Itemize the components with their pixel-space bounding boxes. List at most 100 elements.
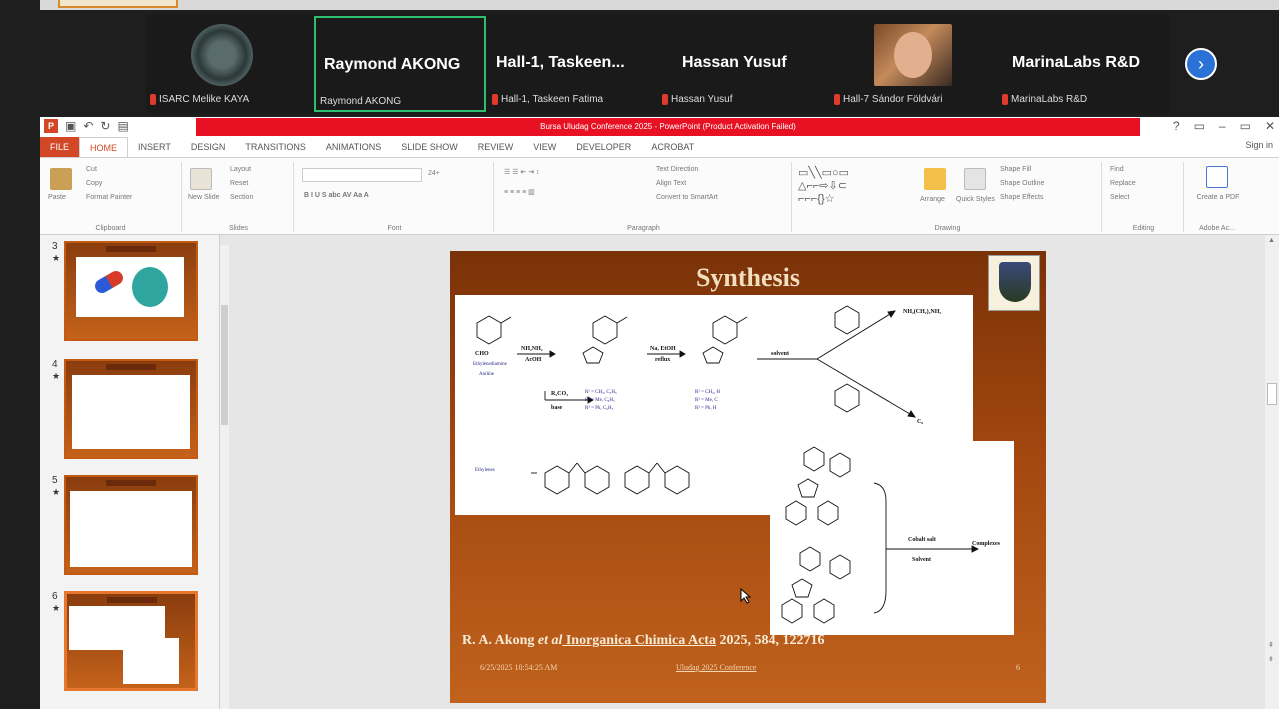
scheme-cobalt: Cobalt salt [908,537,936,543]
top-window-edge [40,0,1279,10]
close-button[interactable]: ✕ [1265,119,1275,133]
create-pdf-icon[interactable] [1206,166,1228,188]
scheme-step2: Na, EtOH [650,346,676,352]
slide-thumbnail-5[interactable] [64,475,198,575]
font-format-icons[interactable]: B I U S abc AV Aa A [304,192,369,199]
paste-icon[interactable] [50,168,72,190]
sign-in-link[interactable]: Sign in [1245,140,1273,150]
participant-tile-raymond[interactable]: Raymond AKONG Raymond AKONG [314,16,486,112]
ribbon-display-button[interactable]: ▭ [1194,119,1205,133]
tab-file[interactable]: FILE [40,137,80,157]
scheme-r-list1: R¹ = CH₃, C₂H₅ [585,389,617,395]
create-pdf-button[interactable]: Create a PDF [1192,194,1244,201]
font-name-select[interactable] [302,168,422,182]
slide-thumbnail-6[interactable] [64,591,198,691]
shape-fill-button[interactable]: Shape Fill [1000,166,1031,173]
section-button[interactable]: Section [230,194,253,201]
layout-button[interactable]: Layout [230,166,251,173]
thumbnail-scrollbar[interactable] [220,245,229,709]
footer-date[interactable]: 6/25/2025 10:54:25 AM [480,663,557,672]
participant-name: Hassan Yusuf [682,54,787,71]
shield-icon [999,262,1031,302]
paste-button[interactable]: Paste [48,194,66,201]
help-button[interactable]: ? [1173,119,1180,133]
shape-effects-button[interactable]: Shape Effects [1000,194,1043,201]
copy-button[interactable]: Copy [86,180,102,187]
scheme-r-list3: R³ = Ph, C₆H₅ [585,405,614,411]
replace-button[interactable]: Replace [1110,180,1136,187]
scrollbar-thumb[interactable] [1267,383,1277,405]
slide-thumbnail-3[interactable] [64,241,198,341]
shape-outline-button[interactable]: Shape Outline [1000,180,1044,187]
powerpoint-app-icon[interactable]: P [44,119,58,133]
tab-home[interactable]: HOME [79,137,129,157]
scrollbar-thumb[interactable] [221,305,228,425]
undo-icon[interactable]: ↶ [83,119,93,133]
new-slide-button[interactable]: New Slide [188,194,220,201]
arrange-icon[interactable] [924,168,946,190]
mic-muted-icon [150,94,156,105]
next-participants-button[interactable]: › [1185,48,1217,80]
format-painter-button[interactable]: Format Painter [86,194,132,201]
scroll-up-icon[interactable]: ▲ [1268,237,1275,244]
next-slide-icon[interactable]: ⇟ [1268,655,1274,663]
slide-thumbnail-4[interactable] [64,359,198,459]
arrange-button[interactable]: Arrange [920,196,945,203]
citation-text[interactable]: R. A. Akong et al Inorganica Chimica Act… [462,633,824,649]
tab-insert[interactable]: INSERT [128,137,181,157]
scheme-reagent2: base [551,405,563,411]
group-label: Paragraph [627,225,660,232]
group-label: Font [387,225,402,232]
scheme-reagent: R₂CO₃ [551,391,568,397]
cut-button[interactable]: Cut [86,166,97,173]
maximize-button[interactable]: ▭ [1240,119,1251,133]
slide-canvas[interactable]: Synthesis CHO Ethylenediamine Aniline NH… [450,251,1046,703]
ribbon: Paste Cut Copy Format Painter Clipboard … [40,157,1279,235]
slide-scrollbar[interactable]: ▲ ⇞ ⇟ [1265,235,1279,709]
quick-styles-icon[interactable] [964,168,986,190]
slide-thumbnail-pane: 3 ★ 4 ★ 5 ★ 6 ★ [40,235,220,709]
align-icons[interactable]: ≡ ≡ ≡ ≡ ▥ [504,188,535,196]
font-size-select[interactable]: 24+ [428,170,440,177]
thumb-content [70,491,192,567]
tab-design[interactable]: DESIGN [181,137,236,157]
scheme-step2b: reflux [655,357,670,363]
tab-view[interactable]: VIEW [523,137,566,157]
scheme-complexes: Complexes [972,541,1001,547]
tab-developer[interactable]: DEVELOPER [566,137,641,157]
tab-transitions[interactable]: TRANSITIONS [235,137,316,157]
align-text-button[interactable]: Align Text [656,180,686,187]
tab-animations[interactable]: ANIMATIONS [316,137,391,157]
participant-tile-hall1[interactable]: Hall-1, Taskeen... Hall-1, Taskeen Fatim… [488,16,658,112]
participant-tile-hall7[interactable]: Hall-7 Sándor Földvári [828,16,998,112]
footer-center[interactable]: Uludag 2025 Conference [676,663,756,672]
slide-title[interactable]: Synthesis [450,263,1046,293]
tab-slide-show[interactable]: SLIDE SHOW [391,137,468,157]
complex-scheme-panel[interactable]: Cobalt salt Solvent Complexes [770,441,1014,635]
save-icon[interactable]: ▣ [65,119,76,133]
slide-page-number: 6 [1016,663,1020,672]
find-button[interactable]: Find [1110,166,1124,173]
participant-tile-isarc[interactable]: ISARC Melike KAYA [146,16,312,112]
new-slide-icon[interactable] [190,168,212,190]
convert-smartart-button[interactable]: Convert to SmartArt [656,194,718,201]
paragraph-group: ☰ ☰ ⇤ ⇥ ↕ ≡ ≡ ≡ ≡ ▥ Text Direction Align… [496,162,792,232]
tab-review[interactable]: REVIEW [468,137,524,157]
tab-acrobat[interactable]: ACROBAT [641,137,704,157]
list-icons[interactable]: ☰ ☰ ⇤ ⇥ ↕ [504,168,540,176]
shapes-gallery[interactable]: ▭╲╲▭○▭ △⌐⌐⇨⇩⊂ ⌐⌐⌐{}☆ [798,166,849,205]
minimize-button[interactable]: – [1219,119,1226,133]
transition-star-icon: ★ [52,253,61,263]
text-direction-button[interactable]: Text Direction [656,166,698,173]
redo-icon[interactable]: ↻ [100,119,110,133]
participant-tile-hassan[interactable]: Hassan Yusuf Hassan Yusuf [658,16,828,112]
select-button[interactable]: Select [1110,194,1129,201]
participant-tile-marinalabs[interactable]: MarinaLabs R&D MarinaLabs R&D [998,16,1170,112]
quick-styles-button[interactable]: Quick Styles [956,196,995,203]
presenter-icon[interactable]: ▤ [117,119,128,133]
scheme-r-list2: R² = Me, C₆H₅ [585,397,615,403]
prev-slide-icon[interactable]: ⇞ [1268,641,1274,649]
slide-number: 3 [52,241,58,252]
mic-muted-icon [1002,94,1008,105]
reset-button[interactable]: Reset [230,180,248,187]
